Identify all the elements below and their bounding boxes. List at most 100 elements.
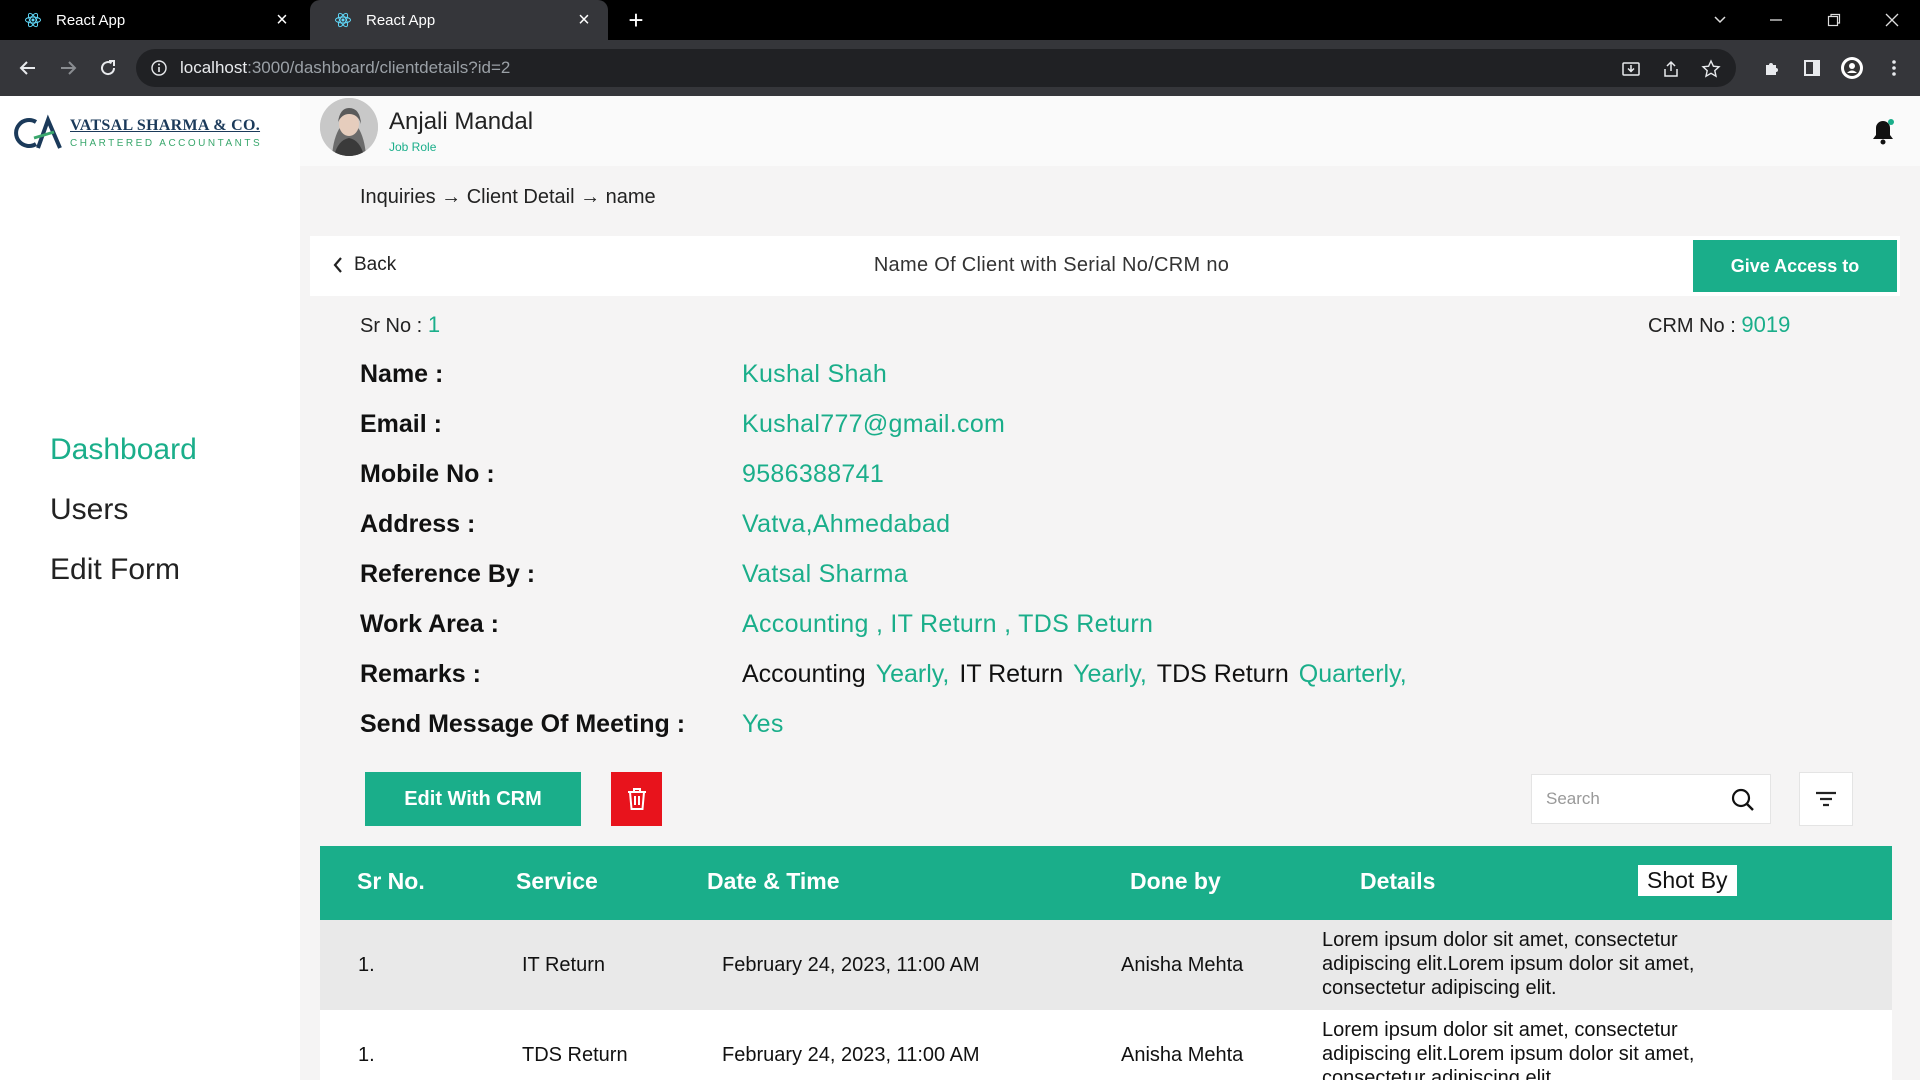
cell-service: TDS Return xyxy=(522,1044,628,1066)
sidebar: VATSAL SHARMA & CO. CHARTERED ACCOUNTANT… xyxy=(0,96,300,1080)
browser-tab-2[interactable]: React App × xyxy=(310,0,608,40)
close-tab-icon[interactable]: × xyxy=(272,9,292,31)
close-window-icon[interactable] xyxy=(1864,0,1920,40)
table-row[interactable]: 1. TDS Return February 24, 2023, 11:00 A… xyxy=(320,1010,1892,1080)
sr-no: Sr No : 1 xyxy=(360,312,440,338)
install-app-icon[interactable] xyxy=(1620,58,1642,80)
react-icon xyxy=(334,11,352,29)
breadcrumb: Inquiries → Client Detail → name xyxy=(360,186,656,208)
trash-icon xyxy=(627,788,646,810)
client-email-value: Kushal777@gmail.com xyxy=(742,409,1006,438)
field-label: Mobile No : xyxy=(360,459,495,488)
field-label: Send Message Of Meeting : xyxy=(360,709,686,738)
edit-with-crm-button[interactable]: Edit With CRM xyxy=(365,772,581,826)
field-remarks: Remarks : Accounting Yearly, IT Return Y… xyxy=(360,658,1417,690)
remark-service: IT Return xyxy=(959,659,1064,688)
field-label: Reference By : xyxy=(360,559,536,588)
forward-arrow-icon[interactable] xyxy=(54,54,82,82)
top-bar: Anjali Mandal Job Role xyxy=(300,96,1920,166)
back-arrow-icon[interactable] xyxy=(14,54,42,82)
remark-frequency: Yearly, xyxy=(875,659,950,688)
remark-service: TDS Return xyxy=(1156,659,1289,688)
browser-tab-strip: React App × React App × + xyxy=(0,0,1920,40)
sidebar-item-edit-form[interactable]: Edit Form xyxy=(50,554,197,586)
browser-toolbar: localhost:3000/dashboard/clientdetails?i… xyxy=(0,40,1920,96)
cell-service: IT Return xyxy=(522,954,605,976)
cell-date-time: February 24, 2023, 11:00 AM xyxy=(722,954,980,976)
client-work-area-value: Accounting , IT Return , TDS Return xyxy=(742,609,1154,638)
page-title: Name Of Client with Serial No/CRM no xyxy=(873,254,1230,276)
tab-title: React App xyxy=(366,11,436,29)
client-name-value: Kushal Shah xyxy=(742,359,888,388)
search-box xyxy=(1531,774,1771,824)
app-page: VATSAL SHARMA & CO. CHARTERED ACCOUNTANT… xyxy=(0,96,1920,1080)
company-logo[interactable]: VATSAL SHARMA & CO. CHARTERED ACCOUNTANT… xyxy=(14,114,262,152)
column-header-date-time[interactable]: Date & Time xyxy=(707,868,840,895)
sidebar-item-users[interactable]: Users xyxy=(50,494,197,526)
new-tab-icon[interactable]: + xyxy=(622,5,650,35)
table-row[interactable]: 1. IT Return February 24, 2023, 11:00 AM… xyxy=(320,920,1892,1010)
minimize-icon[interactable] xyxy=(1748,0,1804,40)
browser-menu-icon[interactable] xyxy=(1880,54,1908,82)
field-label: Email : xyxy=(360,409,442,438)
extensions-icon[interactable] xyxy=(1758,54,1786,82)
column-header-details[interactable]: Details xyxy=(1360,868,1435,895)
share-icon[interactable] xyxy=(1660,58,1682,80)
side-panel-icon[interactable] xyxy=(1798,54,1826,82)
crm-no-value: 9019 xyxy=(1741,312,1791,337)
client-meeting-value: Yes xyxy=(742,709,784,738)
tab-title: React App xyxy=(56,11,126,29)
restore-icon[interactable] xyxy=(1806,0,1862,40)
cell-done-by: Anisha Mehta xyxy=(1121,954,1244,976)
crm-no: CRM No : 9019 xyxy=(1648,312,1790,338)
cell-done-by: Anisha Mehta xyxy=(1121,1044,1244,1066)
crm-no-label: CRM No : xyxy=(1648,315,1736,337)
column-header-shot-by[interactable]: Shot By xyxy=(1638,865,1737,896)
filter-icon xyxy=(1816,791,1836,807)
column-header-done-by[interactable]: Done by xyxy=(1130,868,1221,895)
cell-sr-no: 1. xyxy=(358,1044,375,1066)
remark-service: Accounting xyxy=(742,659,866,688)
column-header-service[interactable]: Service xyxy=(516,868,598,895)
user-role: Job Role xyxy=(389,140,437,154)
delete-button[interactable] xyxy=(611,772,662,826)
reload-icon[interactable] xyxy=(94,54,122,82)
give-access-button[interactable]: Give Access to xyxy=(1693,240,1897,292)
field-email: Email : Kushal777@gmail.com xyxy=(360,408,1005,440)
field-mobile: Mobile No : 9586388741 xyxy=(360,458,884,490)
field-meeting: Send Message Of Meeting : Yes xyxy=(360,708,784,740)
field-label: Name : xyxy=(360,359,444,388)
cell-sr-no: 1. xyxy=(358,954,375,976)
sidebar-nav: Dashboard Users Edit Form xyxy=(50,434,197,614)
profile-avatar-icon[interactable] xyxy=(1838,54,1866,82)
filter-button[interactable] xyxy=(1799,772,1853,826)
client-reference-value: Vatsal Sharma xyxy=(742,559,909,588)
field-label: Address : xyxy=(360,509,476,538)
remark-frequency: Yearly, xyxy=(1073,659,1147,688)
field-work-area: Work Area : Accounting , IT Return , TDS… xyxy=(360,608,1153,640)
logo-company-name: VATSAL SHARMA & CO. xyxy=(70,117,261,134)
client-address-value: Vatva,Ahmedabad xyxy=(742,509,951,538)
tab-search-icon[interactable] xyxy=(1692,0,1748,40)
site-info-icon[interactable] xyxy=(150,59,168,77)
sr-no-label: Sr No : xyxy=(360,315,423,337)
user-name: Anjali Mandal xyxy=(389,108,534,135)
sidebar-item-dashboard[interactable]: Dashboard xyxy=(50,434,197,466)
field-label: Remarks : xyxy=(360,659,481,688)
ca-logo-icon xyxy=(14,114,62,149)
address-bar[interactable]: localhost:3000/dashboard/clientdetails?i… xyxy=(136,49,1736,87)
search-icon[interactable] xyxy=(1730,787,1756,813)
client-mobile-value: 9586388741 xyxy=(742,459,885,488)
column-header-sr-no[interactable]: Sr No. xyxy=(357,868,425,895)
bookmark-star-icon[interactable] xyxy=(1700,58,1722,80)
search-input[interactable] xyxy=(1546,789,1716,809)
activity-table: Sr No. Service Date & Time Done by Detai… xyxy=(320,846,1892,1080)
notification-bell-icon[interactable] xyxy=(1870,118,1896,146)
react-icon xyxy=(24,11,42,29)
field-label: Work Area : xyxy=(360,609,499,638)
browser-tab-1[interactable]: React App × xyxy=(0,0,306,40)
field-address: Address : Vatva,Ahmedabad xyxy=(360,508,950,540)
cell-date-time: February 24, 2023, 11:00 AM xyxy=(722,1044,980,1066)
close-tab-icon[interactable]: × xyxy=(574,9,594,31)
avatar[interactable] xyxy=(320,98,378,156)
